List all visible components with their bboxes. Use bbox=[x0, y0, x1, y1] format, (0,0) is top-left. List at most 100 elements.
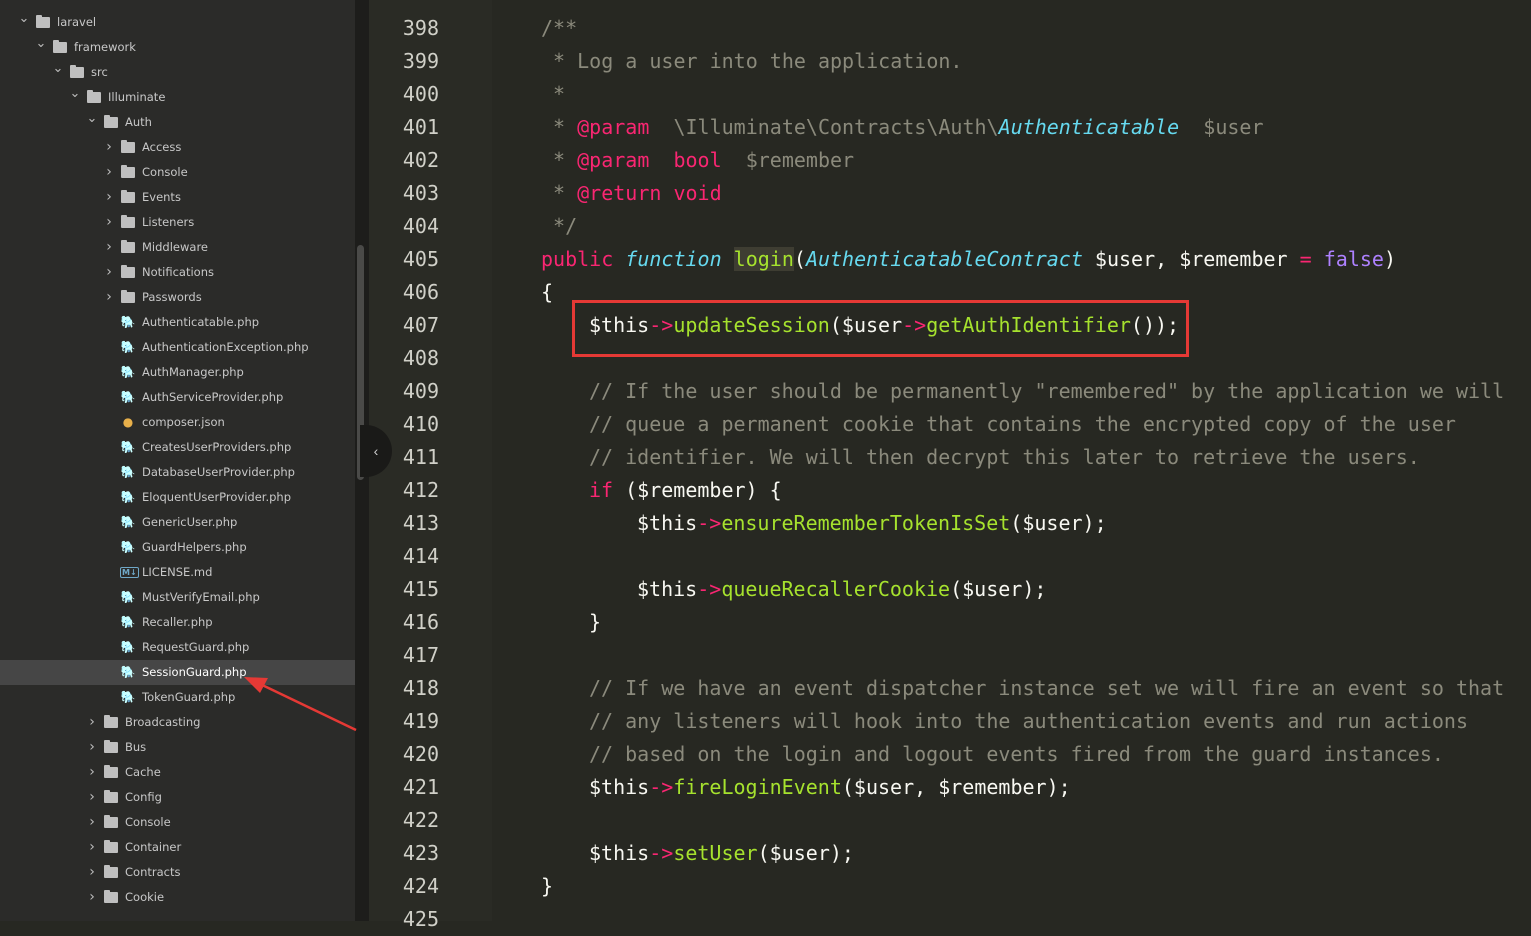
code-line[interactable]: if ($remember) { bbox=[589, 474, 782, 507]
tree-file[interactable]: 🐘 GenericUser.php bbox=[0, 510, 355, 535]
code-token: public bbox=[541, 247, 614, 271]
chevron-right-icon[interactable]: › bbox=[103, 235, 115, 260]
code-line[interactable]: * Log a user into the application. bbox=[541, 45, 962, 78]
code-line[interactable]: { bbox=[541, 276, 553, 309]
code-token: fireLoginEvent bbox=[673, 775, 842, 799]
code-line[interactable]: $this->fireLoginEvent($user, $remember); bbox=[589, 771, 1071, 804]
tree-file[interactable]: 🐘 MustVerifyEmail.php bbox=[0, 585, 355, 610]
chevron-down-icon[interactable]: ⌄ bbox=[18, 10, 30, 28]
chevron-right-icon[interactable]: › bbox=[86, 885, 98, 910]
tree-folder-laravel[interactable]: ⌄ laravel bbox=[0, 10, 355, 35]
tree-file[interactable]: 🐘 EloquentUserProvider.php bbox=[0, 485, 355, 510]
tree-folder-console[interactable]: › Console bbox=[0, 810, 355, 835]
tree-file[interactable]: 🐘 TokenGuard.php bbox=[0, 685, 355, 710]
tree-file[interactable]: 🐘 RequestGuard.php bbox=[0, 635, 355, 660]
code-line[interactable]: } bbox=[589, 606, 601, 639]
php-file-icon: 🐘 bbox=[120, 465, 136, 479]
tree-file[interactable]: 🐘 AuthManager.php bbox=[0, 360, 355, 385]
php-file-icon: 🐘 bbox=[120, 540, 136, 554]
chevron-right-icon[interactable]: › bbox=[86, 810, 98, 835]
tree-folder-cookie[interactable]: › Cookie bbox=[0, 885, 355, 910]
tree-folder-notifications[interactable]: › Notifications bbox=[0, 260, 355, 285]
tree-folder-middleware[interactable]: › Middleware bbox=[0, 235, 355, 260]
code-line[interactable]: * @return void bbox=[541, 177, 722, 210]
code-line[interactable]: * @param \Illuminate\Contracts\Auth\Auth… bbox=[541, 111, 1263, 144]
chevron-down-icon[interactable]: ⌄ bbox=[86, 110, 98, 128]
tree-folder-container[interactable]: › Container bbox=[0, 835, 355, 860]
chevron-right-icon[interactable]: › bbox=[86, 835, 98, 860]
code-token: ( bbox=[793, 247, 806, 271]
code-line[interactable]: /** bbox=[541, 12, 577, 45]
tree-folder-cache[interactable]: › Cache bbox=[0, 760, 355, 785]
chevron-right-icon[interactable]: › bbox=[86, 710, 98, 735]
code-line[interactable]: $this->setUser($user); bbox=[589, 837, 854, 870]
tree-file[interactable]: 🐘 CreatesUserProviders.php bbox=[0, 435, 355, 460]
tree-item-label: Cookie bbox=[125, 890, 165, 904]
tree-file[interactable]: 🐘 Authenticatable.php bbox=[0, 310, 355, 335]
php-file-icon: 🐘 bbox=[120, 690, 136, 704]
tree-folder-contracts[interactable]: › Contracts bbox=[0, 860, 355, 885]
tree-file[interactable]: ● composer.json bbox=[0, 410, 355, 435]
code-editor[interactable]: /** * Log a user into the application. *… bbox=[492, 0, 1531, 921]
code-line[interactable]: // If we have an event dispatcher instan… bbox=[589, 672, 1504, 705]
code-token: { bbox=[541, 280, 554, 304]
code-line[interactable]: } bbox=[541, 870, 553, 903]
code-line[interactable]: * bbox=[541, 78, 565, 111]
tree-file[interactable]: 🐘 AuthenticationException.php bbox=[0, 335, 355, 360]
code-line[interactable]: $this->queueRecallerCookie($user); bbox=[637, 573, 1046, 606]
tree-folder-listeners[interactable]: › Listeners bbox=[0, 210, 355, 235]
code-token: $user, $remember bbox=[1082, 247, 1300, 271]
code-line[interactable]: // based on the login and logout events … bbox=[589, 738, 1444, 771]
line-number: 401 bbox=[402, 115, 439, 139]
chevron-right-icon[interactable]: › bbox=[103, 135, 115, 160]
tree-folder-src[interactable]: ⌄ src bbox=[0, 60, 355, 85]
line-number: 398 bbox=[402, 16, 439, 40]
code-token: $this bbox=[589, 775, 650, 799]
tree-file[interactable]: 🐘 Recaller.php bbox=[0, 610, 355, 635]
tree-item-label: AuthServiceProvider.php bbox=[142, 390, 284, 404]
chevron-down-icon[interactable]: ⌄ bbox=[52, 60, 64, 78]
chevron-down-icon[interactable]: ⌄ bbox=[69, 85, 81, 103]
code-line[interactable]: // If the user should be permanently "re… bbox=[589, 375, 1504, 408]
code-line[interactable]: $this->ensureRememberTokenIsSet($user); bbox=[637, 507, 1107, 540]
chevron-right-icon[interactable]: › bbox=[86, 735, 98, 760]
tree-file[interactable]: M↓ LICENSE.md bbox=[0, 560, 355, 585]
code-line[interactable]: * @param bool $remember bbox=[541, 144, 854, 177]
chevron-right-icon[interactable]: › bbox=[86, 785, 98, 810]
code-token: */ bbox=[541, 214, 578, 238]
tree-file[interactable]: 🐘 AuthServiceProvider.php bbox=[0, 385, 355, 410]
chevron-down-icon[interactable]: ⌄ bbox=[35, 35, 47, 53]
tree-folder-framework[interactable]: ⌄ framework bbox=[0, 35, 355, 60]
chevron-right-icon[interactable]: › bbox=[103, 160, 115, 185]
tree-folder-illuminate[interactable]: ⌄ Illuminate bbox=[0, 85, 355, 110]
chevron-right-icon[interactable]: › bbox=[103, 185, 115, 210]
tree-folder-access[interactable]: › Access bbox=[0, 135, 355, 160]
tree-file[interactable]: 🐘 DatabaseUserProvider.php bbox=[0, 460, 355, 485]
code-token: $this bbox=[589, 841, 650, 865]
code-line[interactable]: // any listeners will hook into the auth… bbox=[589, 705, 1468, 738]
chevron-right-icon[interactable]: › bbox=[103, 285, 115, 310]
tree-folder-console[interactable]: › Console bbox=[0, 160, 355, 185]
tree-folder-auth[interactable]: ⌄ Auth bbox=[0, 110, 355, 135]
tree-folder-config[interactable]: › Config bbox=[0, 785, 355, 810]
tree-file[interactable]: 🐘 SessionGuard.php bbox=[0, 660, 355, 685]
tree-folder-events[interactable]: › Events bbox=[0, 185, 355, 210]
code-line[interactable]: // queue a permanent cookie that contain… bbox=[589, 408, 1456, 441]
chevron-right-icon[interactable]: › bbox=[86, 760, 98, 785]
tree-folder-passwords[interactable]: › Passwords bbox=[0, 285, 355, 310]
chevron-right-icon[interactable]: › bbox=[103, 210, 115, 235]
code-token: ($user); bbox=[1010, 511, 1107, 535]
code-token: @param bbox=[577, 148, 650, 172]
code-line[interactable]: */ bbox=[541, 210, 577, 243]
tree-file[interactable]: 🐘 GuardHelpers.php bbox=[0, 535, 355, 560]
line-number: 412 bbox=[402, 478, 439, 502]
code-line[interactable]: // identifier. We will then decrypt this… bbox=[589, 441, 1420, 474]
tree-folder-bus[interactable]: › Bus bbox=[0, 735, 355, 760]
code-line[interactable]: public function login(AuthenticatableCon… bbox=[541, 243, 1396, 276]
line-number: 402 bbox=[402, 148, 439, 172]
tree-item-label: Recaller.php bbox=[142, 615, 213, 629]
chevron-right-icon[interactable]: › bbox=[103, 260, 115, 285]
chevron-right-icon[interactable]: › bbox=[86, 860, 98, 885]
tree-folder-broadcasting[interactable]: › Broadcasting bbox=[0, 710, 355, 735]
code-token: ($user); bbox=[757, 841, 854, 865]
